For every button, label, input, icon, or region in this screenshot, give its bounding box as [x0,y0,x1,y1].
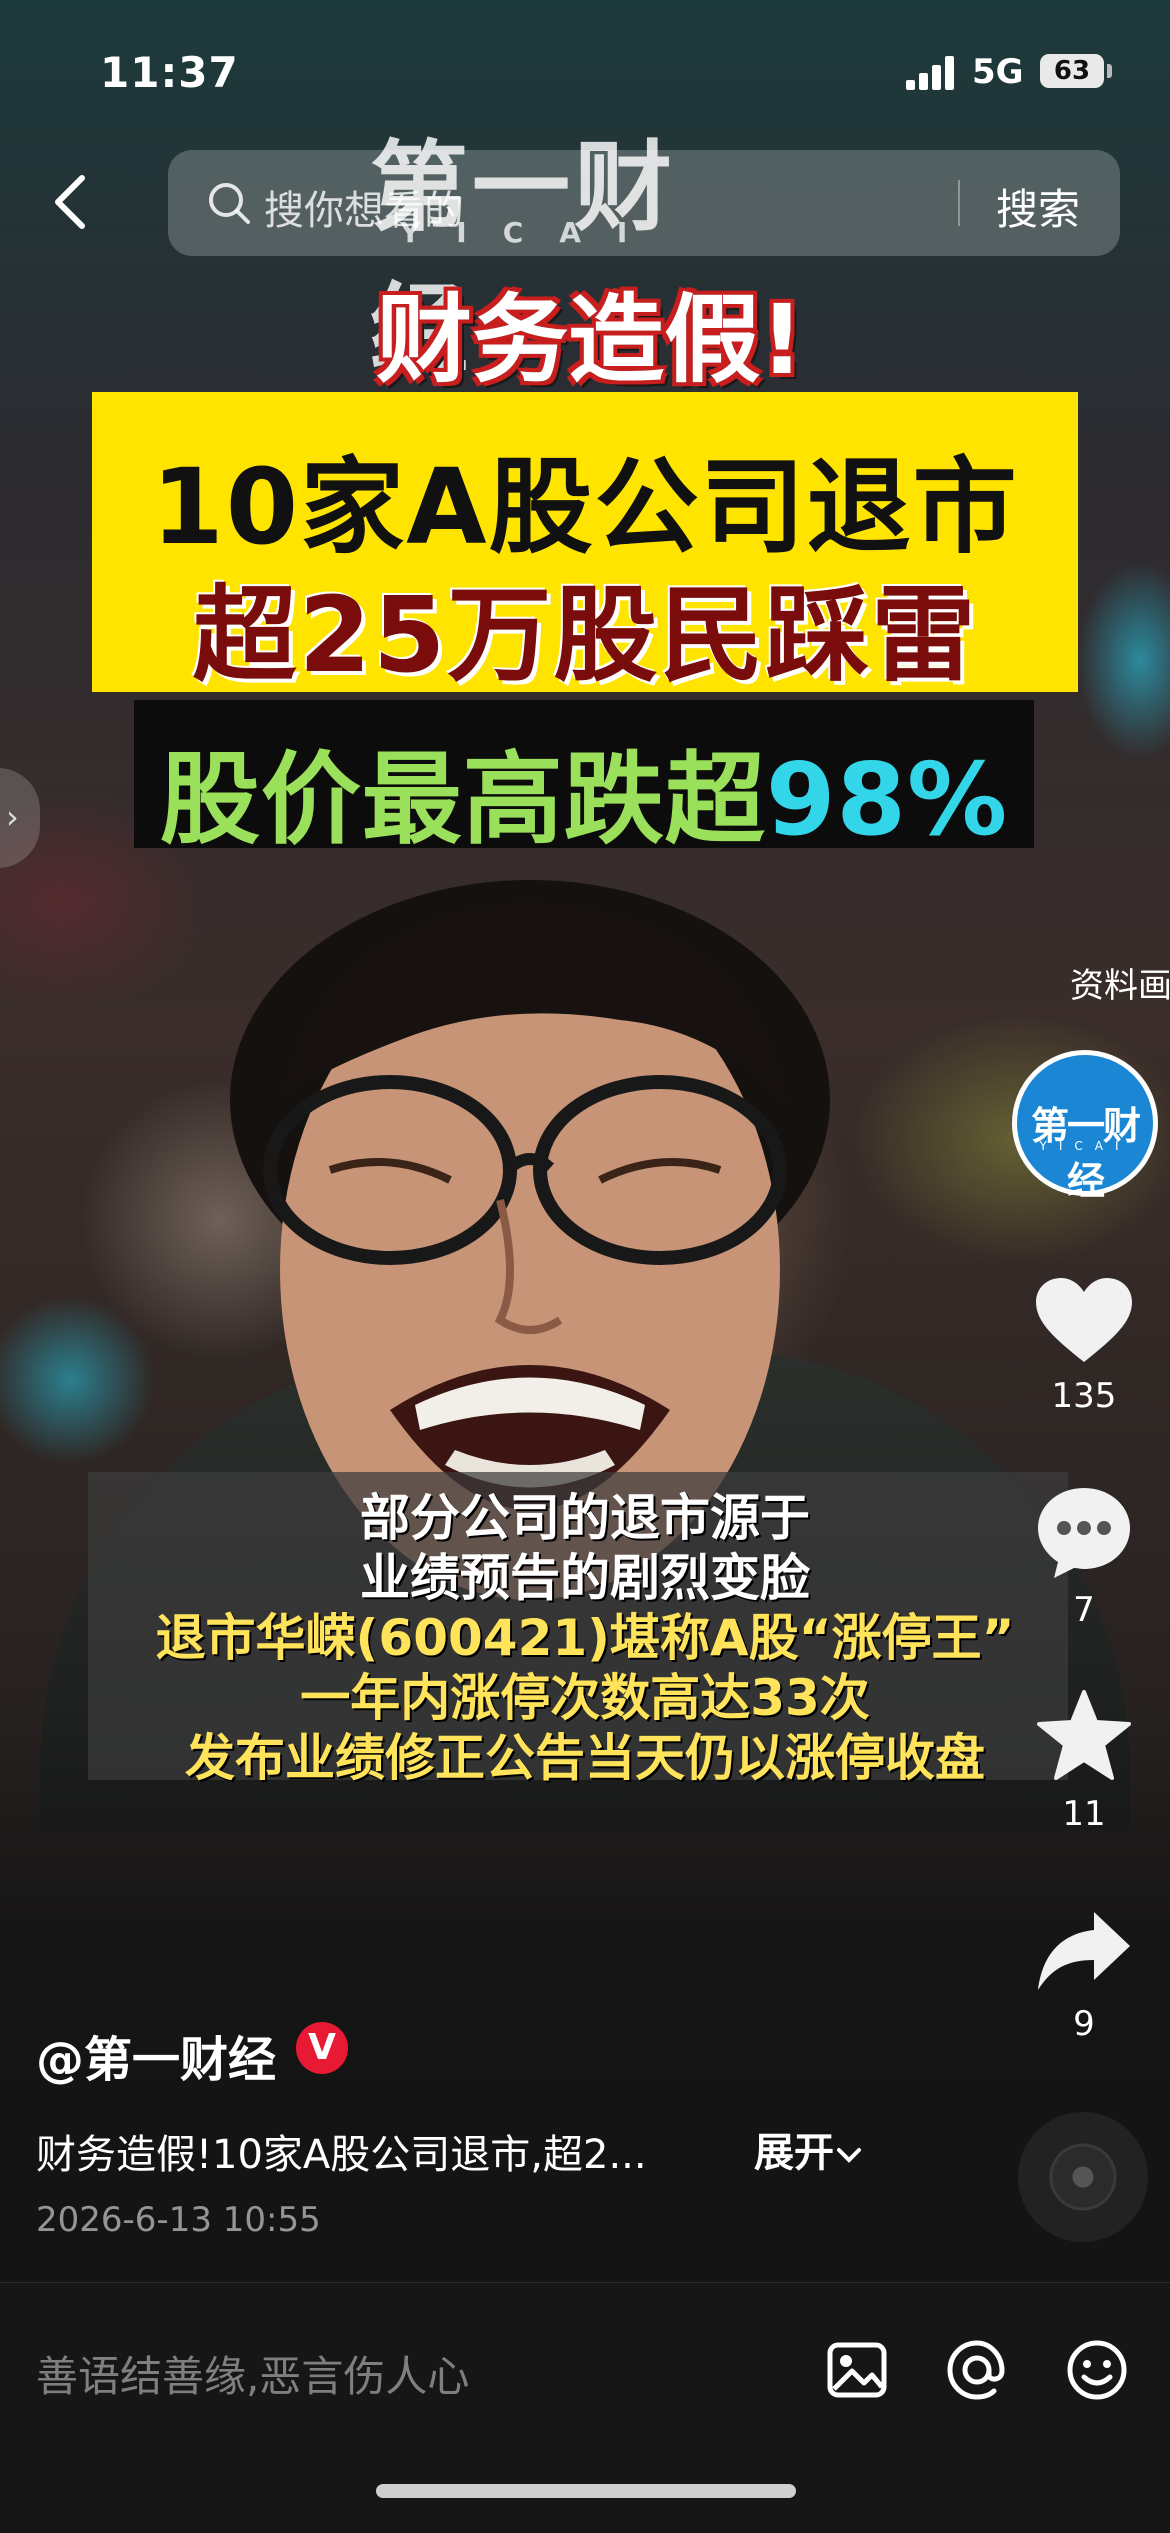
headline-title: 财务造假! [376,284,804,396]
like-count: 135 [1051,1376,1117,1416]
headline-line3: 股价最高跌超98% [134,718,1034,863]
heart-icon [1036,1278,1132,1362]
mention-at-icon[interactable] [942,2335,1012,2405]
headline-yellow-box: 10家A股公司退市 超25万股民踩雷 [92,392,1078,696]
music-disc-icon[interactable] [1018,2112,1148,2242]
chevron-down-icon [837,2148,861,2163]
search-icon [209,183,250,224]
signal-icon [906,56,954,90]
search-divider [958,180,960,226]
like-button[interactable]: 135 [1024,1276,1144,1416]
image-icon[interactable] [822,2335,892,2405]
expand-label: 展开 [754,2130,834,2176]
emoji-icon[interactable] [1062,2335,1132,2405]
headline-black-box: 股价最高跌超98% [134,700,1034,858]
comment-bubble-icon [1038,1488,1130,1578]
subtitle-line: 发布业绩修正公告当天仍以涨停收盘 [185,1729,985,1787]
share-button[interactable]: 9 [1024,1908,1144,2044]
post-date: 2026-6-13 10:55 [36,2200,321,2240]
watermark-sub: YICAI [400,216,664,249]
chevron-right-icon: › [6,798,19,836]
share-count: 9 [1073,2004,1095,2044]
favorite-button[interactable]: 11 [1024,1688,1144,1834]
source-footage-label: 资料画面 [1070,966,1170,1006]
headline-line3-prefix: 股价最高跌超 [159,741,766,858]
back-arrow-icon[interactable] [48,172,98,232]
headline-line2: 超25万股民踩雷 [192,574,978,696]
author-name[interactable]: @第一财经 [36,2020,276,2090]
comment-count: 7 [1073,1590,1095,1630]
star-icon [1037,1690,1131,1780]
author-avatar[interactable]: 第一财经 YICAI [1012,1050,1158,1203]
video-description[interactable]: 财务造假!10家A股公司退市,超2... [36,2122,647,2180]
headline-line3-pct: 98% [765,741,1009,858]
search-button[interactable]: 搜索 [996,176,1080,237]
expand-button[interactable]: 展开 [754,2120,864,2178]
favorite-count: 11 [1062,1794,1106,1834]
comment-input[interactable]: 善语结善缘,恶言伤人心 [36,2343,469,2404]
battery-icon: 63 [1040,54,1104,88]
network-type: 5G [972,52,1024,92]
verified-badge-icon: V [296,2022,348,2074]
yicai-watermark-logo: 第一财经 YICAI [370,108,750,387]
battery-tip [1107,64,1112,78]
comment-button[interactable]: 7 [1024,1484,1144,1630]
share-arrow-icon [1038,1912,1130,1990]
status-time: 11:37 [100,48,239,97]
home-indicator[interactable] [376,2484,796,2498]
avatar-logo-sub: YICAI [1039,1139,1131,1153]
